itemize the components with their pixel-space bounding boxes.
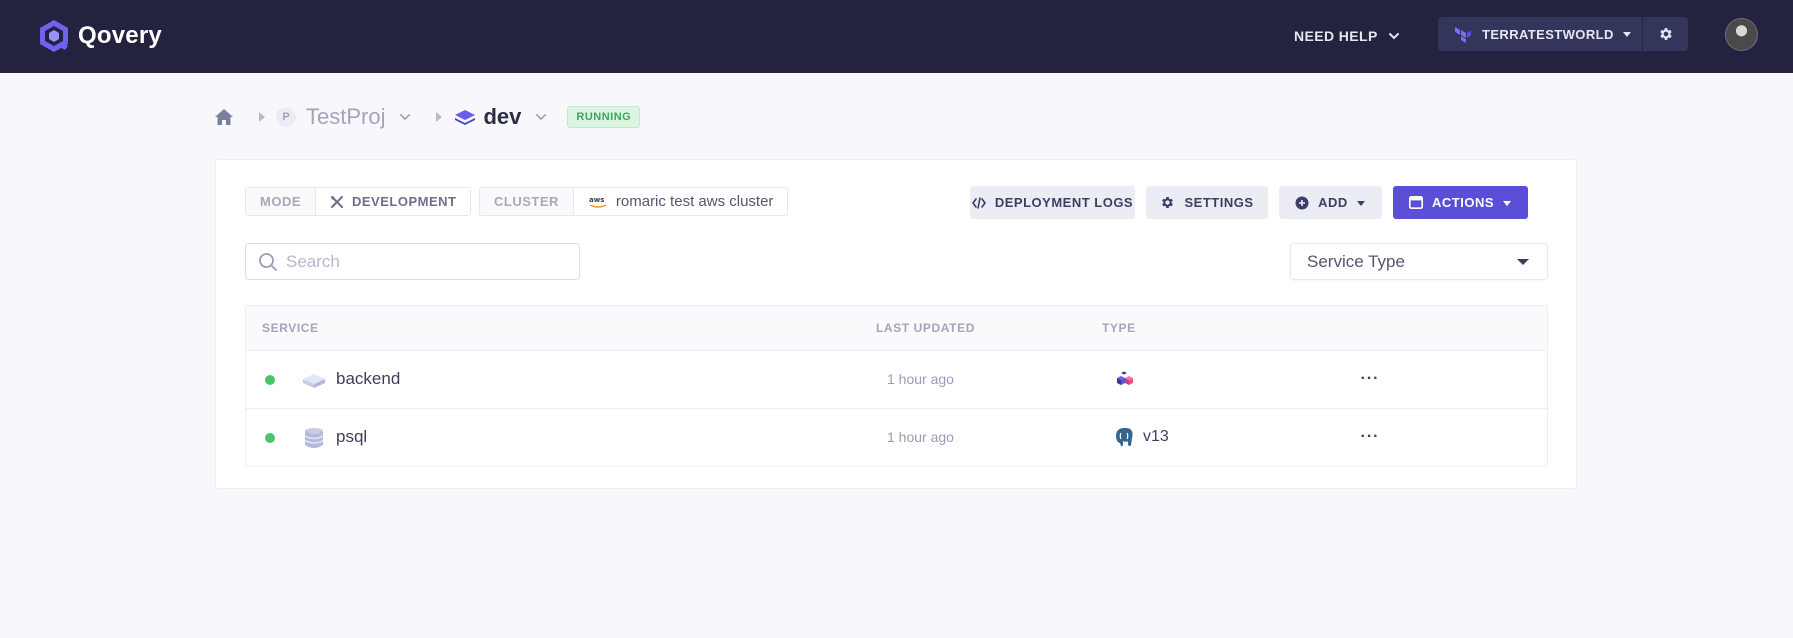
user-avatar[interactable] [1725, 18, 1758, 51]
column-header-type: TYPE [1102, 321, 1136, 335]
organization-name: TERRATESTWORLD [1482, 26, 1614, 42]
qovery-logo-icon [40, 20, 68, 52]
row-more-menu-button[interactable]: ··· [1356, 423, 1384, 451]
aws-wordmark: aws [589, 196, 604, 204]
caret-down-icon [1517, 259, 1529, 265]
code-icon [971, 196, 986, 209]
add-button[interactable]: ADD [1279, 186, 1382, 219]
type-version: v13 [1143, 428, 1169, 445]
tools-icon [331, 195, 343, 208]
breadcrumb-separator-icon [259, 112, 265, 122]
service-name: backend [336, 369, 401, 388]
status-dot [265, 433, 275, 443]
last-updated: 1 hour ago [887, 429, 954, 445]
top-navbar: Qovery NEED HELP TERRATESTWORLD [0, 0, 1793, 73]
status-badge: RUNNING [567, 106, 641, 128]
row-more-menu-button[interactable]: ··· [1356, 365, 1384, 393]
service-type-selected: Service Type [1307, 251, 1405, 271]
need-help-menu[interactable]: NEED HELP [1294, 24, 1400, 48]
breadcrumb-separator-icon [436, 112, 443, 122]
settings-label: SETTINGS [1184, 195, 1254, 210]
mode-tag-value: DEVELOPMENT [316, 188, 470, 215]
cluster-tag: CLUSTER aws romaric test aws cluster [479, 187, 789, 216]
database-icon [304, 428, 324, 448]
environment-name[interactable]: dev [483, 104, 521, 130]
environment-services-card: MODE DEVELOPMENT CLUSTER aws romaric tes… [215, 159, 1577, 489]
breadcrumb: P TestProj dev RUNNING [214, 100, 641, 134]
organization-switcher: TERRATESTWORLD [1438, 17, 1688, 51]
status-dot [265, 375, 275, 385]
cluster-tag-value: aws romaric test aws cluster [574, 188, 788, 215]
gear-icon [1659, 28, 1672, 40]
postgresql-icon [1116, 428, 1133, 447]
terraform-icon [1455, 27, 1471, 43]
caret-down-icon [1356, 200, 1365, 206]
deployment-logs-label: DEPLOYMENT LOGS [994, 195, 1134, 210]
organization-settings-button[interactable] [1643, 17, 1688, 51]
search-input[interactable] [286, 251, 566, 272]
column-header-last-updated: LAST UPDATED [876, 321, 975, 335]
actions-button[interactable]: ACTIONS [1393, 186, 1528, 219]
search-icon [259, 252, 277, 271]
cluster-tag-key: CLUSTER [480, 188, 574, 215]
settings-button[interactable]: SETTINGS [1146, 186, 1268, 219]
service-type-select[interactable]: Service Type [1290, 243, 1548, 280]
table-row[interactable]: backend 1 hour ago ··· [246, 351, 1547, 409]
gear-icon [1162, 197, 1174, 208]
mode-value-label: DEVELOPMENT [352, 194, 457, 209]
column-header-service: SERVICE [262, 321, 319, 335]
project-name[interactable]: TestProj [306, 104, 385, 130]
qovery-logo[interactable]: Qovery [36, 18, 162, 54]
container-icon [1117, 371, 1133, 385]
window-icon [1409, 196, 1423, 209]
service-name: psql [336, 427, 368, 446]
table-row[interactable]: psql 1 hour ago v13 ··· [246, 409, 1547, 467]
need-help-label: NEED HELP [1294, 28, 1378, 44]
brand-name: Qovery [78, 22, 162, 49]
table-header: SERVICE LAST UPDATED TYPE [246, 306, 1547, 351]
deployment-logs-button[interactable]: DEPLOYMENT LOGS [970, 186, 1135, 219]
actions-label: ACTIONS [1432, 195, 1494, 210]
plus-circle-icon [1295, 196, 1309, 209]
services-table: SERVICE LAST UPDATED TYPE backend 1 hour… [245, 305, 1548, 467]
application-icon [303, 374, 325, 388]
search-field [245, 243, 580, 280]
chevron-down-icon[interactable] [399, 111, 411, 123]
mode-tag: MODE DEVELOPMENT [245, 187, 472, 216]
more-dots-icon: ··· [1360, 428, 1380, 445]
caret-down-icon [1503, 200, 1511, 206]
aws-icon: aws [589, 196, 607, 208]
caret-down-icon [1622, 32, 1631, 37]
add-label: ADD [1318, 195, 1348, 210]
chevron-down-icon [1388, 33, 1399, 40]
environment-layers-icon [455, 110, 476, 125]
more-dots-icon: ··· [1360, 370, 1380, 387]
last-updated: 1 hour ago [887, 371, 954, 387]
chevron-down-icon[interactable] [535, 111, 547, 123]
mode-tag-key: MODE [246, 188, 316, 215]
home-icon[interactable] [214, 107, 234, 127]
cluster-value-label: romaric test aws cluster [615, 193, 774, 210]
project-initial-badge: P [276, 107, 296, 127]
organization-dropdown[interactable]: TERRATESTWORLD [1438, 17, 1642, 51]
